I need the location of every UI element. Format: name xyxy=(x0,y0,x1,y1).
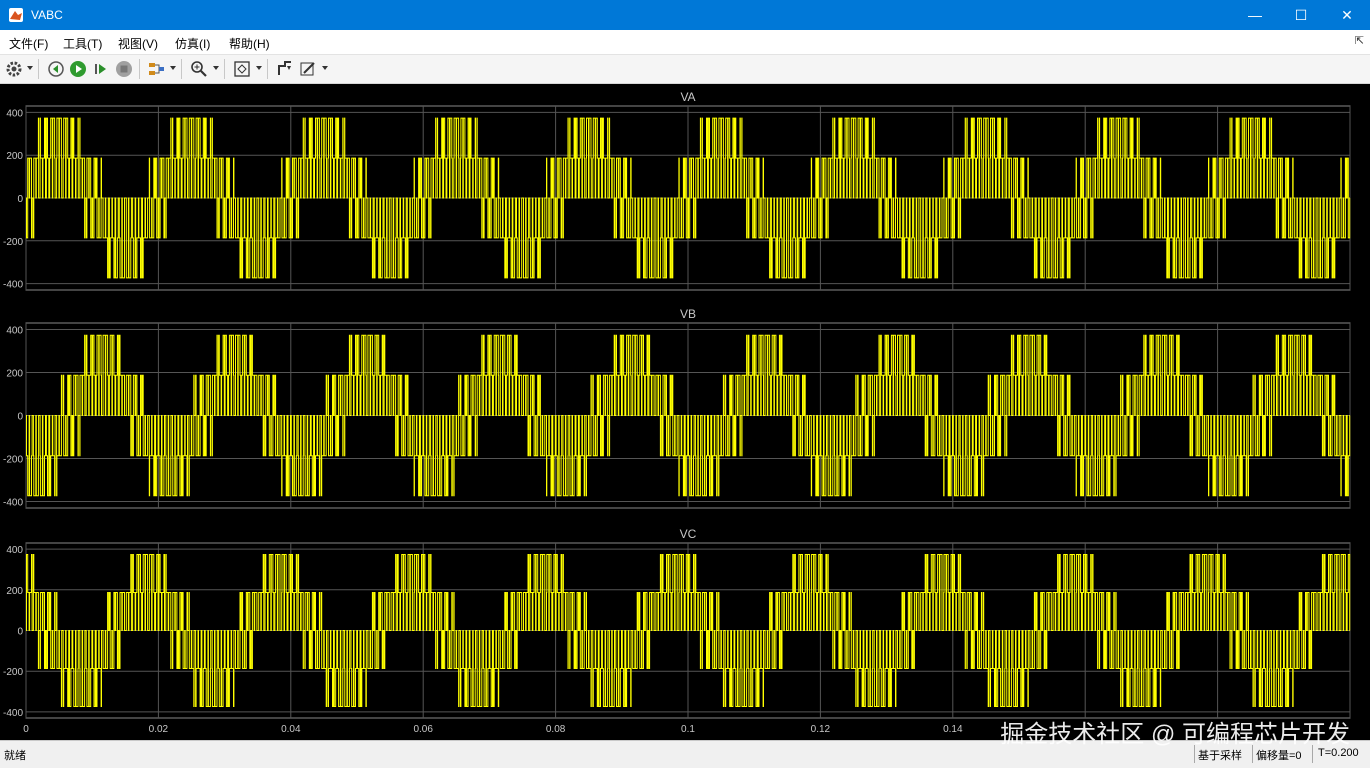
close-button[interactable]: ✕ xyxy=(1324,0,1370,30)
scope-display: VA 400 200 0 -200 -400 VB 400 200 0 -200 -400 VC 400 2… xyxy=(0,84,1370,740)
y-tick-label: 0 xyxy=(17,194,23,205)
x-tick-label: 0.14 xyxy=(943,724,963,735)
window-title: VABC xyxy=(31,8,63,22)
stop-icon[interactable] xyxy=(115,60,133,78)
menu-view[interactable]: 视图(V) xyxy=(118,35,158,52)
x-tick-label: 0.1 xyxy=(681,724,695,735)
y-tick-label: 400 xyxy=(6,545,23,556)
x-tick-label: 0.08 xyxy=(546,724,566,735)
cursor-measure-icon[interactable] xyxy=(276,60,294,78)
axes-title: VB xyxy=(680,307,696,321)
y-tick-label: 0 xyxy=(17,627,23,638)
menu-simulation[interactable]: 仿真(I) xyxy=(175,35,210,52)
y-tick-label: -400 xyxy=(3,708,23,719)
matlab-icon xyxy=(9,8,23,22)
highlight-icon[interactable] xyxy=(147,60,165,78)
run-icon[interactable] xyxy=(69,60,87,78)
y-tick-label: -400 xyxy=(3,498,23,509)
status-message: 就绪 xyxy=(4,750,26,762)
axes-title: VC xyxy=(680,527,697,541)
step-back-icon[interactable] xyxy=(47,60,65,78)
chevron-down-icon[interactable] xyxy=(322,66,328,70)
y-tick-label: 0 xyxy=(17,412,23,423)
style-icon[interactable] xyxy=(299,60,317,78)
zoom-icon[interactable] xyxy=(190,60,208,78)
menu-help[interactable]: 帮助(H) xyxy=(229,35,270,52)
menu-file[interactable]: 文件(F) xyxy=(9,35,48,52)
title-bar: VABC — ☐ ✕ xyxy=(0,0,1370,30)
gear-icon[interactable] xyxy=(5,60,23,78)
axes-title: VA xyxy=(680,90,695,104)
chevron-down-icon[interactable] xyxy=(170,66,176,70)
toolbar-divider xyxy=(38,59,39,79)
y-tick-label: 400 xyxy=(6,325,23,336)
x-tick-label: 0 xyxy=(23,724,29,735)
x-tick-label: 0.12 xyxy=(811,724,831,735)
menu-tools[interactable]: 工具(T) xyxy=(63,35,102,52)
toolbar-divider xyxy=(224,59,225,79)
x-tick-label: 0.02 xyxy=(149,724,169,735)
y-tick-label: -400 xyxy=(3,280,23,291)
y-tick-label: 200 xyxy=(6,151,23,162)
menu-bar: 文件(F) 工具(T) 视图(V) 仿真(I) 帮助(H) ⇱ xyxy=(0,30,1370,55)
toolbar-divider xyxy=(267,59,268,79)
watermark-text: 掘金技术社区 @ 可编程芯片开发 xyxy=(1000,721,1350,748)
fit-icon[interactable] xyxy=(233,60,251,78)
y-tick-label: 400 xyxy=(6,108,23,119)
step-forward-icon[interactable] xyxy=(92,60,110,78)
scope-plots: VA 400 200 0 -200 -400 VB 400 200 0 -200 -400 VC 400 2… xyxy=(3,90,1351,735)
maximize-button[interactable]: ☐ xyxy=(1278,0,1324,30)
chevron-down-icon[interactable] xyxy=(256,66,262,70)
y-tick-label: 200 xyxy=(6,586,23,597)
status-sample-mode: 基于采样 xyxy=(1198,750,1242,762)
pin-icon[interactable]: ⇱ xyxy=(1355,34,1364,47)
y-tick-label: -200 xyxy=(3,237,23,248)
y-tick-label: -200 xyxy=(3,667,23,678)
y-tick-label: -200 xyxy=(3,455,23,466)
toolbar xyxy=(0,55,1370,84)
chevron-down-icon[interactable] xyxy=(27,66,33,70)
x-tick-label: 0.04 xyxy=(281,724,301,735)
x-tick-label: 0.06 xyxy=(413,724,433,735)
status-offset: 偏移量=0 xyxy=(1256,750,1302,762)
minimize-button[interactable]: — xyxy=(1232,0,1278,30)
toolbar-divider xyxy=(139,59,140,79)
y-tick-label: 200 xyxy=(6,368,23,379)
toolbar-divider xyxy=(181,59,182,79)
chevron-down-icon[interactable] xyxy=(213,66,219,70)
